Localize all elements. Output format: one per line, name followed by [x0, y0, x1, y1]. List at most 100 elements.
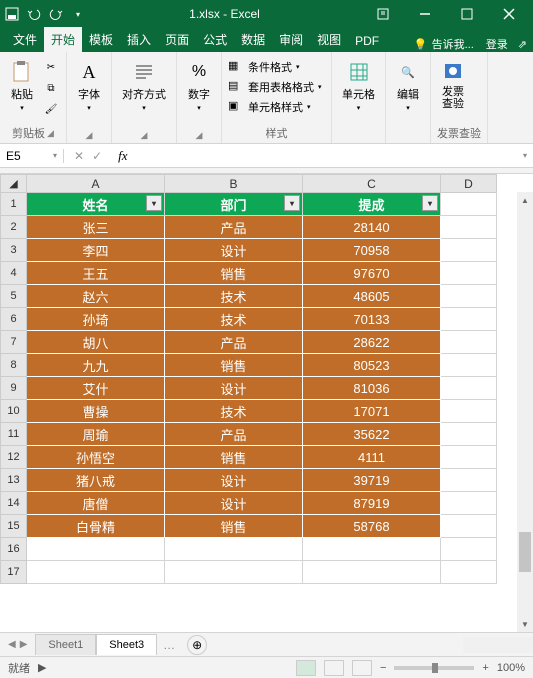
copy-icon[interactable]: ⧉ — [42, 79, 60, 97]
col-header-A[interactable]: A — [27, 175, 165, 193]
cell-name[interactable]: 九九 — [27, 354, 165, 377]
cell-name[interactable]: 胡八 — [27, 331, 165, 354]
minimize-button[interactable] — [405, 0, 445, 28]
cell-val[interactable]: 17071 — [303, 400, 441, 423]
ribbon-options-icon[interactable] — [363, 0, 403, 28]
tab-pdf[interactable]: PDF — [348, 30, 386, 52]
cell[interactable] — [441, 561, 497, 584]
cell[interactable] — [165, 561, 303, 584]
name-box[interactable]: E5▾ — [0, 149, 64, 163]
cell-val[interactable]: 48605 — [303, 285, 441, 308]
cell-name[interactable]: 猪八戒 — [27, 469, 165, 492]
col-header-D[interactable]: D — [441, 175, 497, 193]
accept-formula-icon[interactable]: ✓ — [92, 149, 102, 163]
paste-button[interactable]: 粘贴 ▾ — [6, 58, 38, 114]
cell-dept[interactable]: 产品 — [165, 331, 303, 354]
cell-dept[interactable]: 产品 — [165, 423, 303, 446]
maximize-button[interactable] — [447, 0, 487, 28]
tab-review[interactable]: 审阅 — [272, 27, 310, 52]
cell[interactable] — [441, 239, 497, 262]
cell[interactable] — [441, 492, 497, 515]
tab-view[interactable]: 视图 — [310, 27, 348, 52]
vertical-scrollbar[interactable]: ▲ ▼ — [517, 192, 533, 632]
row-header[interactable]: 10 — [1, 400, 27, 423]
cell-name[interactable]: 王五 — [27, 262, 165, 285]
cell-dept[interactable]: 产品 — [165, 216, 303, 239]
table-format-button[interactable]: ▤套用表格格式▾ — [228, 78, 322, 96]
tab-template[interactable]: 模板 — [82, 27, 120, 52]
row-header[interactable]: 12 — [1, 446, 27, 469]
cell-dept[interactable]: 设计 — [165, 492, 303, 515]
cell-name[interactable]: 张三 — [27, 216, 165, 239]
cell[interactable] — [441, 193, 497, 216]
cell[interactable] — [441, 285, 497, 308]
view-page-icon[interactable] — [324, 660, 344, 676]
font-launcher[interactable]: ◢ — [86, 130, 93, 141]
cell-dept[interactable]: 销售 — [165, 262, 303, 285]
record-macro-icon[interactable]: ▶ — [38, 661, 46, 674]
cells-button[interactable]: 单元格▾ — [338, 58, 379, 114]
cell-val[interactable]: 28622 — [303, 331, 441, 354]
cond-format-button[interactable]: ▦条件格式▾ — [228, 58, 300, 76]
add-sheet-button[interactable]: ⊕ — [187, 635, 207, 655]
cell[interactable] — [165, 538, 303, 561]
close-button[interactable] — [489, 0, 529, 28]
cell[interactable] — [441, 354, 497, 377]
filter-icon[interactable]: ▾ — [284, 195, 300, 211]
cell[interactable] — [441, 469, 497, 492]
cell-val[interactable]: 70958 — [303, 239, 441, 262]
select-all[interactable]: ◢ — [1, 175, 27, 193]
row-header[interactable]: 13 — [1, 469, 27, 492]
cell-val[interactable]: 28140 — [303, 216, 441, 239]
row-header[interactable]: 16 — [1, 538, 27, 561]
tab-insert[interactable]: 插入 — [120, 27, 158, 52]
cell[interactable] — [441, 331, 497, 354]
cell-name[interactable]: 孙悟空 — [27, 446, 165, 469]
sheet-nav-next[interactable]: ▶ — [20, 639, 28, 650]
col-header-C[interactable]: C — [303, 175, 441, 193]
cell-dept[interactable]: 销售 — [165, 354, 303, 377]
cell-name[interactable]: 周瑜 — [27, 423, 165, 446]
view-break-icon[interactable] — [352, 660, 372, 676]
save-icon[interactable] — [4, 6, 20, 22]
cell[interactable] — [441, 538, 497, 561]
cell-name[interactable]: 艾什 — [27, 377, 165, 400]
horizontal-scrollbar[interactable] — [463, 637, 533, 653]
cell-val[interactable]: 39719 — [303, 469, 441, 492]
number-button[interactable]: %数字▾ — [183, 58, 215, 114]
cell[interactable] — [441, 262, 497, 285]
clipboard-launcher[interactable]: ◢ — [47, 128, 54, 139]
cell-val[interactable]: 4111 — [303, 446, 441, 469]
row-header[interactable]: 15 — [1, 515, 27, 538]
cell-style-button[interactable]: ▣单元格样式▾ — [228, 98, 311, 116]
scroll-down-icon[interactable]: ▼ — [517, 616, 533, 632]
share-icon[interactable]: ⇗ — [518, 38, 527, 51]
login-link[interactable]: 登录 — [486, 36, 508, 52]
cell-name[interactable]: 白骨精 — [27, 515, 165, 538]
cell[interactable] — [27, 538, 165, 561]
row-header[interactable]: 8 — [1, 354, 27, 377]
expand-formula-icon[interactable]: ▾ — [517, 151, 533, 160]
cell[interactable] — [441, 423, 497, 446]
tab-page[interactable]: 页面 — [158, 27, 196, 52]
cell-name[interactable]: 曹操 — [27, 400, 165, 423]
row-header[interactable]: 6 — [1, 308, 27, 331]
view-normal-icon[interactable] — [296, 660, 316, 676]
number-launcher[interactable]: ◢ — [196, 130, 203, 141]
cell-val[interactable]: 70133 — [303, 308, 441, 331]
cell[interactable] — [441, 400, 497, 423]
cell[interactable] — [441, 216, 497, 239]
col-header-B[interactable]: B — [165, 175, 303, 193]
cancel-formula-icon[interactable]: ✕ — [74, 149, 84, 163]
cell-name[interactable]: 李四 — [27, 239, 165, 262]
filter-icon[interactable]: ▾ — [146, 195, 162, 211]
sheet-tab-sheet1[interactable]: Sheet1 — [35, 634, 96, 655]
tab-data[interactable]: 数据 — [234, 27, 272, 52]
tab-formula[interactable]: 公式 — [196, 27, 234, 52]
cell-name[interactable]: 赵六 — [27, 285, 165, 308]
format-painter-icon[interactable]: 🖌 — [42, 100, 60, 118]
row-header[interactable]: 4 — [1, 262, 27, 285]
cell[interactable] — [27, 561, 165, 584]
cell-val[interactable]: 87919 — [303, 492, 441, 515]
cell-name[interactable]: 唐僧 — [27, 492, 165, 515]
